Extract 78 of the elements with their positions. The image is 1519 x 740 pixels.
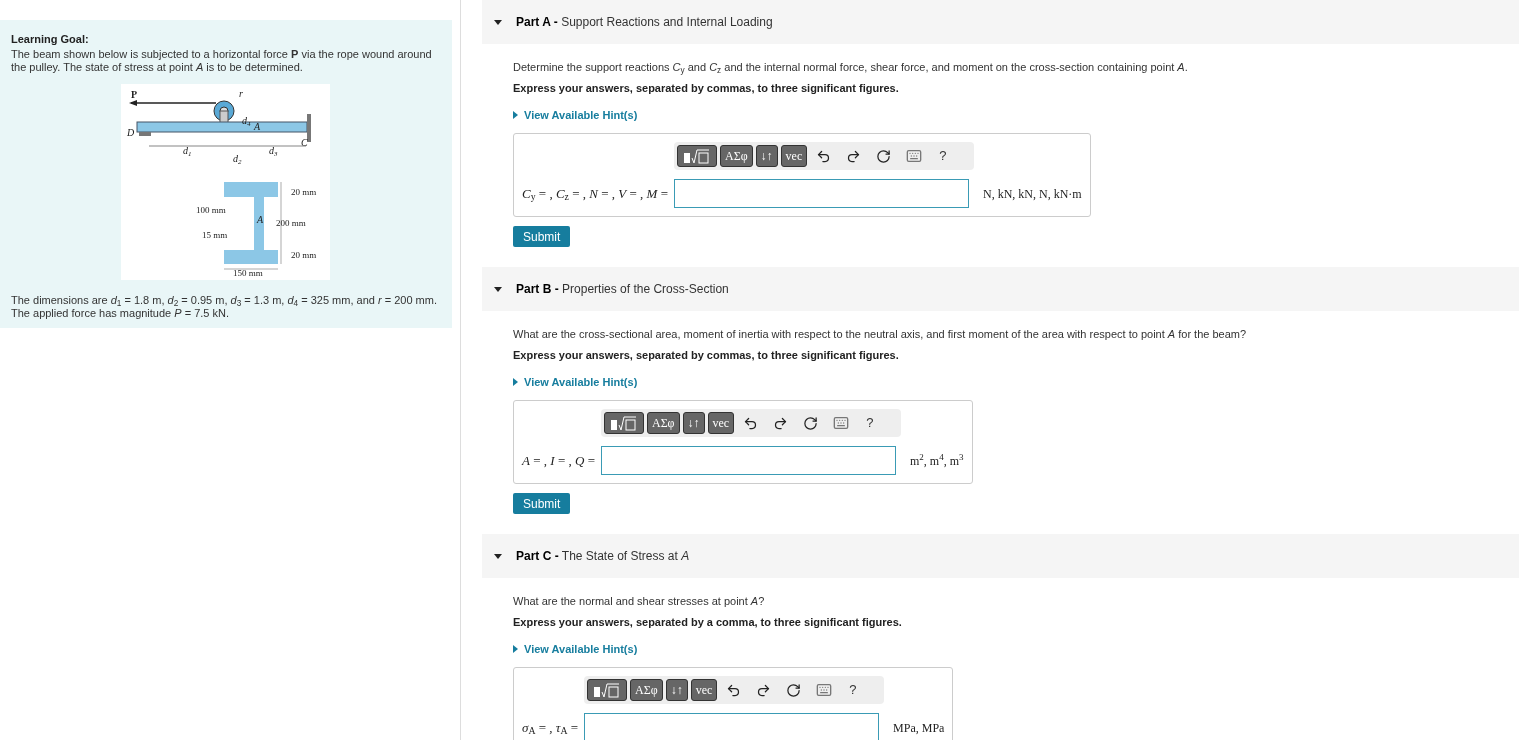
- redo-icon[interactable]: [756, 682, 772, 698]
- answer-field[interactable]: [600, 446, 896, 475]
- part-title[interactable]: Part A - Support Reactions and Internal Loading: [516, 13, 773, 31]
- caret-icon: [513, 110, 518, 119]
- caret-icon: [513, 377, 518, 386]
- reset-icon[interactable]: [803, 415, 819, 431]
- question-text: What are the cross-sectional area, moment of inertia with respect to the neutral axis, and first moment of the area with respect to point A for the beam?: [513, 327, 1247, 342]
- part-title[interactable]: Part B - Properties of the Cross-Section: [516, 280, 729, 298]
- answer-label: A = , I = , Q =: [522, 451, 595, 470]
- undo-icon[interactable]: [743, 415, 759, 431]
- learning-goal-text: The beam shown below is subjected to a horizontal force P via the rope wound around the pulley. The state of stress at point A is to be determined.: [11, 47, 433, 74]
- instruction-text: Express your answers, separated by commas, to three significant figures.: [513, 81, 899, 96]
- template-button[interactable]: [677, 145, 717, 167]
- units-text: MPa, MPa: [892, 719, 945, 737]
- figure-label: 200 mm: [276, 217, 306, 228]
- toolbar-button[interactable]: vec: [707, 412, 735, 434]
- keyboard-icon[interactable]: [833, 415, 850, 431]
- toolbar-button[interactable]: ΑΣφ: [646, 412, 680, 434]
- caret-icon: [513, 644, 518, 653]
- help-button[interactable]: ?: [858, 413, 882, 433]
- figure-label: r: [239, 87, 243, 99]
- answer-label: σ$_{A}$ = , τ$_{A}$ =: [522, 718, 579, 738]
- units-text: m$^{2}$, m$^{4}$, m$^{3}$: [908, 451, 964, 470]
- undo-icon[interactable]: [726, 682, 742, 698]
- keyboard-icon[interactable]: [906, 148, 923, 164]
- redo-icon[interactable]: [773, 415, 789, 431]
- hint-link[interactable]: View Available Hint(s): [524, 640, 638, 657]
- toolbar-button[interactable]: ↓↑: [755, 145, 778, 167]
- template-button[interactable]: [587, 679, 628, 701]
- figure-label: D: [127, 126, 135, 138]
- toolbar-button[interactable]: ΑΣφ: [630, 679, 663, 701]
- hint-link[interactable]: View Available Hint(s): [524, 106, 638, 123]
- dimensions-text: The dimensions are d$_{1}$ = 1.8 m, d$_{2}$ = 0.95 m, d$_{3}$ = 1.3 m, d$_{4}$ = 325 mm, and r = 200 mm. The applied force has magnitude P = 7.5 kN.: [11, 293, 438, 320]
- template-button[interactable]: [603, 412, 644, 434]
- instruction-text: Express your answers, separated by a comma, to three significant figures.: [513, 615, 902, 630]
- toolbar-button[interactable]: vec: [690, 679, 718, 701]
- template-icon: [593, 682, 622, 698]
- figure-label: d$_{3}$: [269, 144, 278, 158]
- question-text: What are the normal and shear stresses at point A?: [513, 594, 765, 609]
- units-text: N, kN, kN, N, kN·m: [982, 185, 1082, 203]
- part-title[interactable]: Part C - The State of Stress at A: [516, 547, 690, 565]
- caret-icon[interactable]: [494, 286, 502, 292]
- toolbar-button[interactable]: ↓↑: [665, 679, 688, 701]
- figure-label: A: [257, 213, 264, 225]
- toolbar-button[interactable]: vec: [780, 145, 808, 167]
- redo-icon[interactable]: [846, 148, 862, 164]
- help-button[interactable]: ?: [931, 146, 955, 166]
- help-button[interactable]: ?: [841, 680, 865, 700]
- caret-icon[interactable]: [494, 553, 502, 559]
- figure-label: 20 mm: [291, 249, 317, 260]
- figure-label: 20 mm: [291, 186, 317, 197]
- caret-icon[interactable]: [494, 19, 502, 25]
- keyboard-icon[interactable]: [816, 682, 833, 698]
- instruction-text: Express your answers, separated by commas, to three significant figures.: [513, 348, 899, 363]
- figure-label: 100 mm: [196, 204, 226, 215]
- reset-icon[interactable]: [786, 682, 802, 698]
- figure-label: C: [301, 136, 308, 148]
- submit-button[interactable]: Submit: [513, 226, 571, 247]
- toolbar-button[interactable]: ΑΣφ: [720, 145, 753, 167]
- figure-label: d$_{4}$: [242, 114, 251, 128]
- answer-label: C$_{y}$ = , C$_{z}$ = , N = , V = , M =: [522, 184, 668, 204]
- answer-field[interactable]: [584, 713, 880, 740]
- template-icon: [683, 148, 711, 164]
- figure-label: P: [131, 88, 138, 100]
- figure-label: A: [254, 120, 261, 132]
- figure-label: 150 mm: [233, 267, 263, 278]
- figure-label: d$_{1}$: [183, 144, 192, 158]
- template-icon: [609, 415, 638, 431]
- reset-icon[interactable]: [876, 148, 892, 164]
- undo-icon[interactable]: [816, 148, 832, 164]
- figure-label: 15 mm: [202, 229, 228, 240]
- learning-goal-title: Learning Goal:: [11, 32, 90, 47]
- submit-button[interactable]: Submit: [513, 493, 571, 514]
- toolbar-button[interactable]: ↓↑: [682, 412, 705, 434]
- answer-field[interactable]: [674, 179, 969, 208]
- figure-label: d$_{2}$: [233, 152, 242, 166]
- hint-link[interactable]: View Available Hint(s): [524, 373, 638, 390]
- question-text: Determine the support reactions C$_{y}$ and C$_{z}$ and the internal normal force, shear force, and moment on the cross-section containing point A.: [513, 60, 1188, 77]
